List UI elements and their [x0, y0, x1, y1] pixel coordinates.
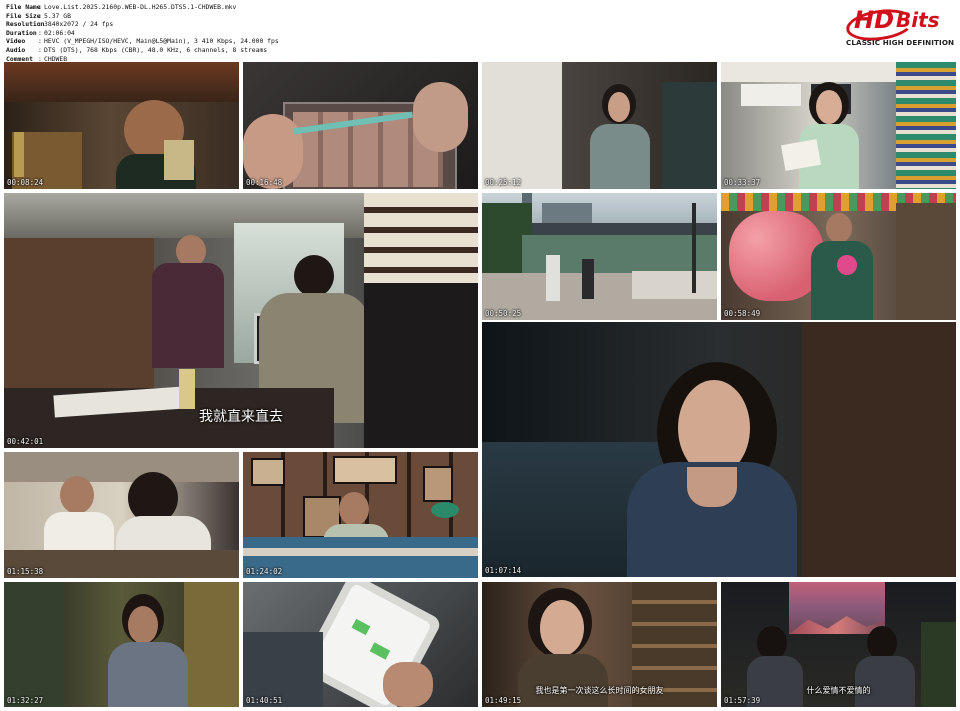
info-value: DTS (DTS), 768 Kbps (CBR), 48.0 KHz, 6 c…	[44, 45, 268, 54]
info-row-audio: Audio: DTS (DTS), 768 Kbps (CBR), 48.0 KH…	[6, 45, 268, 54]
info-row-duration: Duration:02:06:04	[6, 28, 75, 37]
info-key: File Name	[6, 3, 41, 11]
frame-timestamp: 00:08:24	[7, 178, 44, 187]
thumbnail-frame: 什么爱情不爱情的 01:57:39	[721, 582, 956, 707]
info-value: Love.List.2025.2160p.WEB-DL.H265.DTS5.1-…	[44, 3, 237, 11]
info-row-video: Video: HEVC (V_MPEGH/ISO/HEVC, Main@L5@Ma…	[6, 37, 279, 46]
subtitle-text: 什么爱情不爱情的	[806, 686, 871, 695]
frame-timestamp: 01:40:51	[246, 696, 283, 705]
info-key: Video	[6, 37, 26, 46]
thumbnail-frame: 00:16:48	[243, 62, 478, 189]
info-row-file-name: File Name: Love.List.2025.2160p.WEB-DL.H2…	[6, 3, 237, 11]
thumbnail-frame: 00:08:24	[4, 62, 239, 189]
info-key: Audio	[6, 45, 26, 54]
info-value: 3840x2072 / 24 fps	[44, 20, 114, 29]
frame-timestamp: 01:32:27	[7, 696, 44, 705]
frame-timestamp: 00:42:01	[7, 437, 44, 446]
frame-timestamp: 00:16:48	[246, 178, 283, 187]
logo-tagline: CLASSIC HIGH DEFINITION	[846, 38, 955, 47]
hdbits-logo: HD Bits CLASSIC HIGH DEFINITION	[844, 5, 955, 52]
thumbnail-frame: 00:58:49	[721, 193, 956, 320]
thumbnail-frame: 00:33:37	[721, 62, 956, 189]
frame-timestamp: 01:24:02	[246, 567, 283, 576]
logo-hd-text: HD	[854, 6, 895, 34]
thumbnail-frame: 01:15:38	[4, 452, 239, 578]
subtitle-text: 我就直来直去	[199, 409, 283, 425]
media-info-block: File Name: Love.List.2025.2160p.WEB-DL.H2…	[6, 3, 566, 63]
thumbnail-frame: 01:32:27	[4, 582, 239, 707]
info-value: 02:06:04	[44, 28, 75, 37]
frame-timestamp: 01:07:14	[485, 566, 522, 575]
thumbnail-frame: 01:24:02	[243, 452, 478, 578]
frame-timestamp: 01:15:38	[7, 567, 44, 576]
frame-timestamp: 00:58:49	[724, 309, 761, 318]
thumbnail-frame: 01:40:51	[243, 582, 478, 707]
info-key: Duration	[6, 28, 37, 37]
thumbnail-frame: 00:50:25	[482, 193, 717, 320]
info-key: File Size	[6, 11, 41, 20]
frame-timestamp: 00:33:37	[724, 178, 761, 187]
info-value: 5.37 GB	[44, 11, 71, 20]
info-row-file-size: File Size:5.37 GB	[6, 11, 71, 20]
logo-bits-text: Bits	[896, 8, 940, 32]
frame-timestamp: 00:25:12	[485, 178, 522, 187]
frame-timestamp: 01:57:39	[724, 696, 761, 705]
thumbnail-frame: 我也是第一次谈这么长时间的女朋友 01:49:15	[482, 582, 717, 707]
subtitle-text: 我也是第一次谈这么长时间的女朋友	[535, 686, 664, 695]
frame-timestamp: 01:49:15	[485, 696, 522, 705]
frame-timestamp: 00:50:25	[485, 309, 522, 318]
thumbnail-frame: 00:25:12	[482, 62, 717, 189]
info-row-resolution: Resolution:3840x2072 / 24 fps	[6, 20, 114, 29]
thumbnail-frame: 01:07:14	[482, 322, 956, 577]
thumbnail-frame: 我就直来直去 00:42:01	[4, 193, 478, 448]
info-value: HEVC (V_MPEGH/ISO/HEVC, Main@L5@Main), 3…	[44, 37, 279, 46]
info-key: Resolution	[6, 20, 45, 29]
